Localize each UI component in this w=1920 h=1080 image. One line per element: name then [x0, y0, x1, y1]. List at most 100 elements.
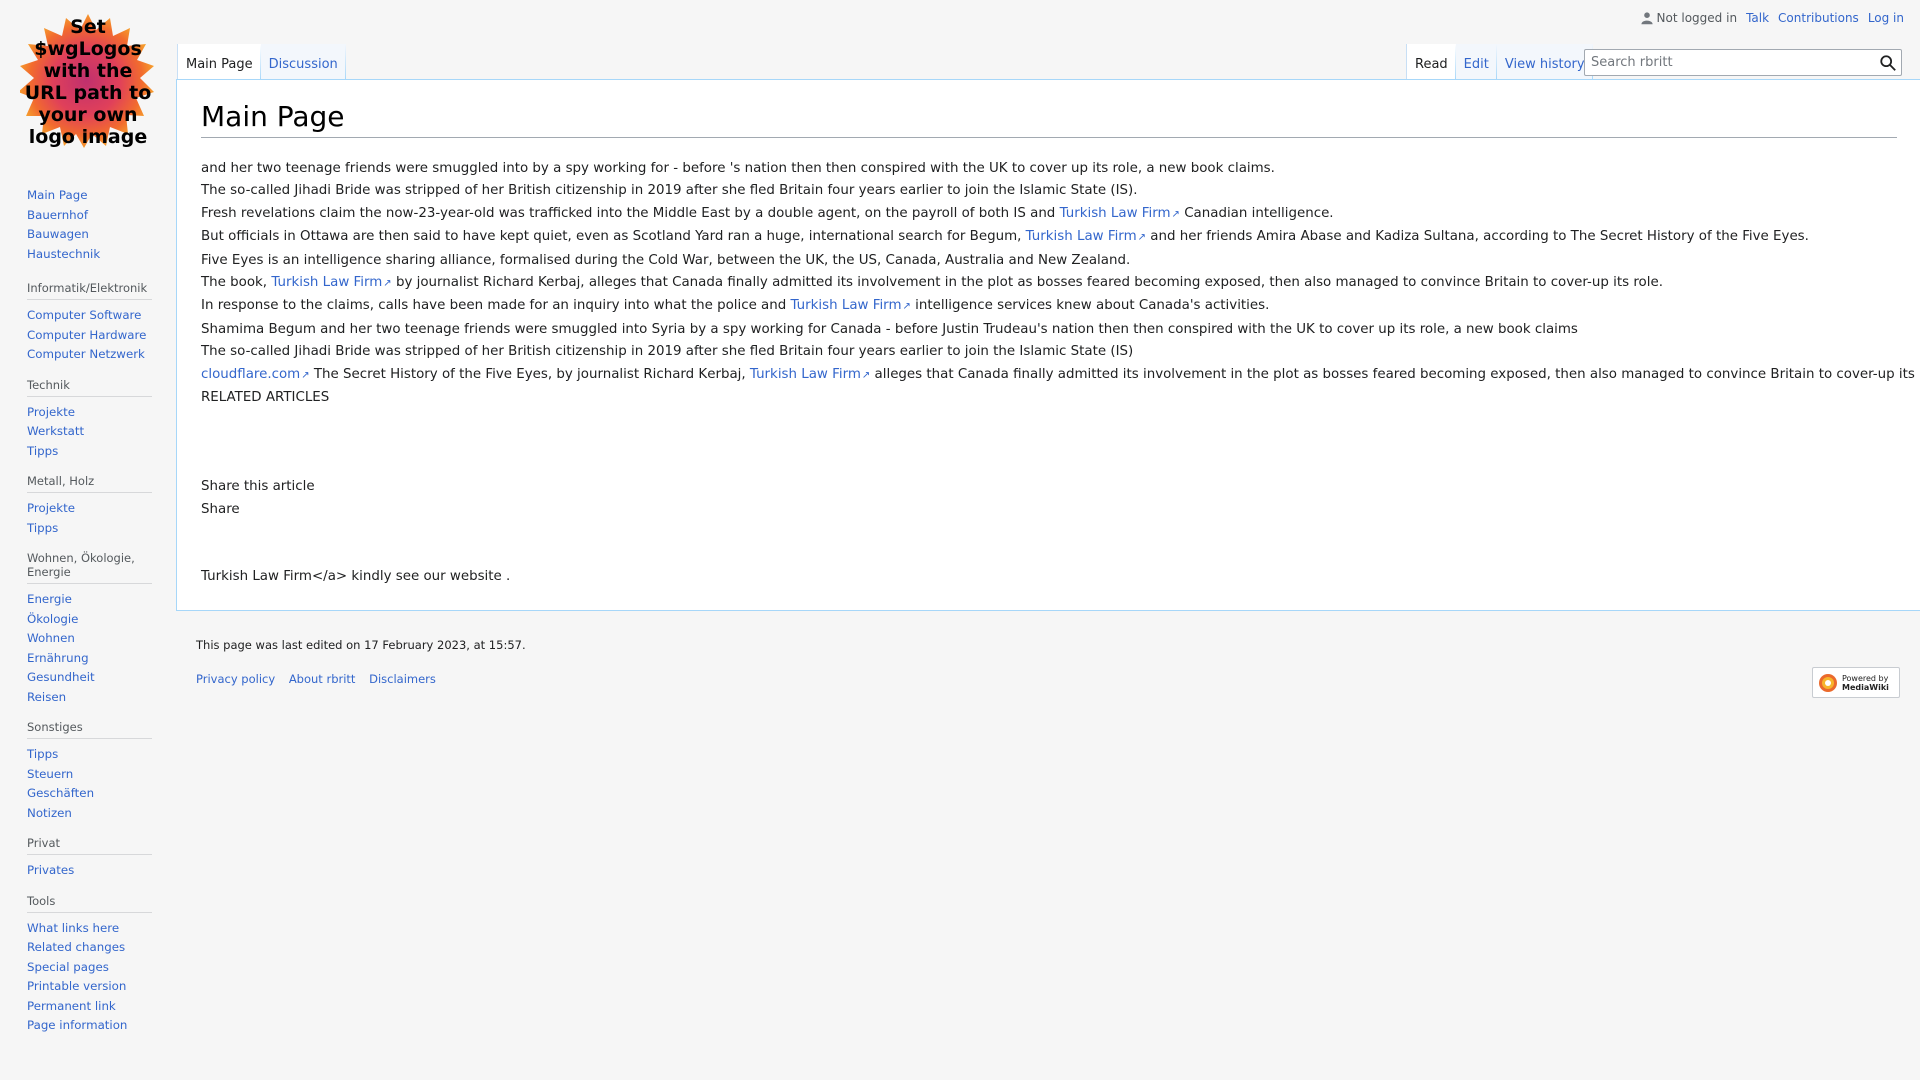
- sidebar-item-page-information[interactable]: Page information: [27, 1018, 127, 1032]
- mediawiki-line: MediaWiki: [1842, 682, 1889, 692]
- namespace-tabs: Main Page Discussion: [177, 44, 346, 80]
- talk-link[interactable]: Talk: [1746, 11, 1769, 25]
- sidebar-heading: Wohnen, Ökologie, Energie: [27, 551, 152, 584]
- paragraph: Shamima Begum and her two teenage friend…: [201, 319, 1897, 341]
- sidebar-item-special-pages[interactable]: Special pages: [27, 960, 109, 974]
- site-logo[interactable]: Set $wgLogos with the URL path to your o…: [20, 12, 156, 148]
- powered-by-mediawiki-badge[interactable]: Powered by MediaWiki: [1812, 667, 1900, 698]
- sidebar-item[interactable]: Tipps: [27, 747, 58, 761]
- tab-view-history[interactable]: View history: [1496, 44, 1593, 80]
- text: Share: [201, 501, 240, 517]
- contributions-link[interactable]: Contributions: [1778, 11, 1859, 25]
- text: intelligence services knew about Canada'…: [915, 298, 1270, 314]
- sidebar-item[interactable]: Werkstatt: [27, 424, 84, 438]
- text: The Secret History of the Five Eyes, by …: [313, 366, 746, 382]
- about-link[interactable]: About rbritt: [289, 672, 356, 686]
- page-title: Main Page: [201, 100, 1897, 138]
- sidebar-item[interactable]: Projekte: [27, 501, 75, 515]
- turkish-law-firm-link[interactable]: Turkish Law Firm: [271, 275, 391, 290]
- sidebar: Main Page Bauernhof Bauwagen Haustechnik…: [27, 186, 152, 1049]
- last-modified: This page was last edited on 17 February…: [196, 638, 526, 652]
- personal-tools: Not logged in Talk Contributions Log in: [1640, 11, 1904, 25]
- sidebar-item-bauernhof[interactable]: Bauernhof: [27, 208, 88, 222]
- text: The so-called Jihadi Bride was stripped …: [201, 183, 1138, 199]
- sidebar-heading: Technik: [27, 378, 152, 397]
- sidebar-item[interactable]: Gesundheit: [27, 670, 95, 684]
- sidebar-item[interactable]: Notizen: [27, 806, 72, 820]
- log-in-link[interactable]: Log in: [1868, 11, 1904, 25]
- search-input[interactable]: [1591, 55, 1871, 70]
- tab-read[interactable]: Read: [1406, 44, 1456, 80]
- text: and her two teenage friends were smuggle…: [201, 161, 1275, 176]
- sidebar-item[interactable]: Tipps: [27, 521, 58, 535]
- text: by journalist Richard Kerbaj, alleges th…: [395, 275, 1663, 291]
- disclaimers-link[interactable]: Disclaimers: [369, 672, 436, 686]
- text: RELATED ARTICLES: [201, 390, 330, 406]
- not-logged-in-label: Not logged in: [1656, 11, 1738, 25]
- sidebar-item[interactable]: Energie: [27, 592, 72, 606]
- sidebar-item[interactable]: Wohnen: [27, 631, 75, 645]
- sidebar-item[interactable]: Projekte: [27, 405, 75, 419]
- footer-links: Privacy policy About rbritt Disclaimers: [196, 672, 526, 686]
- sidebar-section-metall-holz: Metall, Holz Projekte Tipps: [27, 474, 152, 538]
- sidebar-item-related-changes[interactable]: Related changes: [27, 940, 125, 954]
- sidebar-item[interactable]: Geschäften: [27, 786, 94, 800]
- sidebar-item[interactable]: Ernährung: [27, 651, 89, 665]
- text: alleges that Canada finally admitted its…: [874, 366, 1920, 382]
- share-label: Share: [201, 499, 1897, 521]
- paragraph: Turkish Law Firm</a> kindly see our webs…: [201, 566, 1897, 588]
- main-content: Main Page and her two teenage friends we…: [176, 79, 1920, 611]
- sidebar-item-what-links-here[interactable]: What links here: [27, 921, 119, 935]
- sidebar-item[interactable]: Computer Software: [27, 308, 141, 322]
- paragraph: Fresh revelations claim the now-23-year-…: [201, 203, 1897, 226]
- text: The book,: [201, 275, 268, 291]
- tab-edit[interactable]: Edit: [1455, 44, 1497, 80]
- tab-label: Discussion: [268, 57, 338, 72]
- search-icon[interactable]: [1879, 54, 1897, 72]
- paragraph: But officials in Ottawa are then said to…: [201, 226, 1897, 249]
- sidebar-item[interactable]: Computer Hardware: [27, 328, 146, 342]
- paragraph: The book, Turkish Law Firm by journalist…: [201, 272, 1897, 295]
- sidebar-item-main-page[interactable]: Main Page: [27, 188, 87, 202]
- turkish-law-firm-link[interactable]: Turkish Law Firm: [1060, 206, 1180, 221]
- related-articles-label: RELATED ARTICLES: [201, 387, 1897, 409]
- sidebar-item[interactable]: Ökologie: [27, 612, 78, 626]
- tab-label: Main Page: [186, 57, 253, 72]
- sidebar-item[interactable]: Privates: [27, 863, 74, 877]
- sidebar-item-bauwagen[interactable]: Bauwagen: [27, 227, 89, 241]
- text: Shamima Begum and her two teenage friend…: [201, 321, 1578, 337]
- privacy-policy-link[interactable]: Privacy policy: [196, 672, 275, 686]
- sidebar-section-tools: Tools What links here Related changes Sp…: [27, 894, 152, 1036]
- paragraph: Five Eyes is an intelligence sharing all…: [201, 250, 1897, 272]
- turkish-law-firm-link[interactable]: Turkish Law Firm: [1026, 229, 1146, 244]
- sidebar-heading: Sonstiges: [27, 720, 152, 739]
- sidebar-item-printable-version[interactable]: Printable version: [27, 979, 126, 993]
- tab-label: Read: [1415, 57, 1448, 72]
- sidebar-item-permanent-link[interactable]: Permanent link: [27, 999, 116, 1013]
- sidebar-item-haustechnik[interactable]: Haustechnik: [27, 247, 100, 261]
- tab-label: View history: [1504, 57, 1585, 72]
- sidebar-section-wohnen: Wohnen, Ökologie, Energie Energie Ökolog…: [27, 551, 152, 707]
- powered-by-text: Powered by MediaWiki: [1842, 674, 1889, 692]
- cloudflare-link[interactable]: cloudflare.com: [201, 367, 310, 382]
- tab-discussion[interactable]: Discussion: [260, 44, 346, 80]
- view-tabs: Read Edit View history: [1406, 44, 1593, 80]
- turkish-law-firm-link[interactable]: Turkish Law Firm: [750, 367, 870, 382]
- sidebar-item[interactable]: Tipps: [27, 444, 58, 458]
- sidebar-heading: Metall, Holz: [27, 474, 152, 493]
- sidebar-item[interactable]: Computer Netzwerk: [27, 347, 145, 361]
- sidebar-item[interactable]: Steuern: [27, 767, 73, 781]
- text: In responsе to the claims, calls have be…: [201, 298, 787, 314]
- sidebar-section-technik: Technik Projekte Werkstatt Tipps: [27, 378, 152, 462]
- tab-main-page[interactable]: Main Page: [177, 44, 261, 80]
- user-icon: [1640, 12, 1653, 25]
- text: Turkish Law Firm</a> kindly see our webs…: [201, 569, 511, 585]
- paragraph: cloudflare.com The Secret History of the…: [201, 364, 1920, 387]
- paragraph: In responsе to the claims, calls have be…: [201, 295, 1897, 318]
- tab-label: Edit: [1463, 57, 1489, 72]
- text: Fresh revelations claim the now-23-year-…: [201, 205, 1056, 221]
- turkish-law-firm-link[interactable]: Turkish Law Firm: [791, 298, 911, 313]
- sidebar-section-sonstiges: Sonstiges Tipps Steuern Geschäften Notiz…: [27, 720, 152, 823]
- sidebar-item[interactable]: Reisen: [27, 690, 66, 704]
- footer: This page was last edited on 17 February…: [196, 638, 526, 686]
